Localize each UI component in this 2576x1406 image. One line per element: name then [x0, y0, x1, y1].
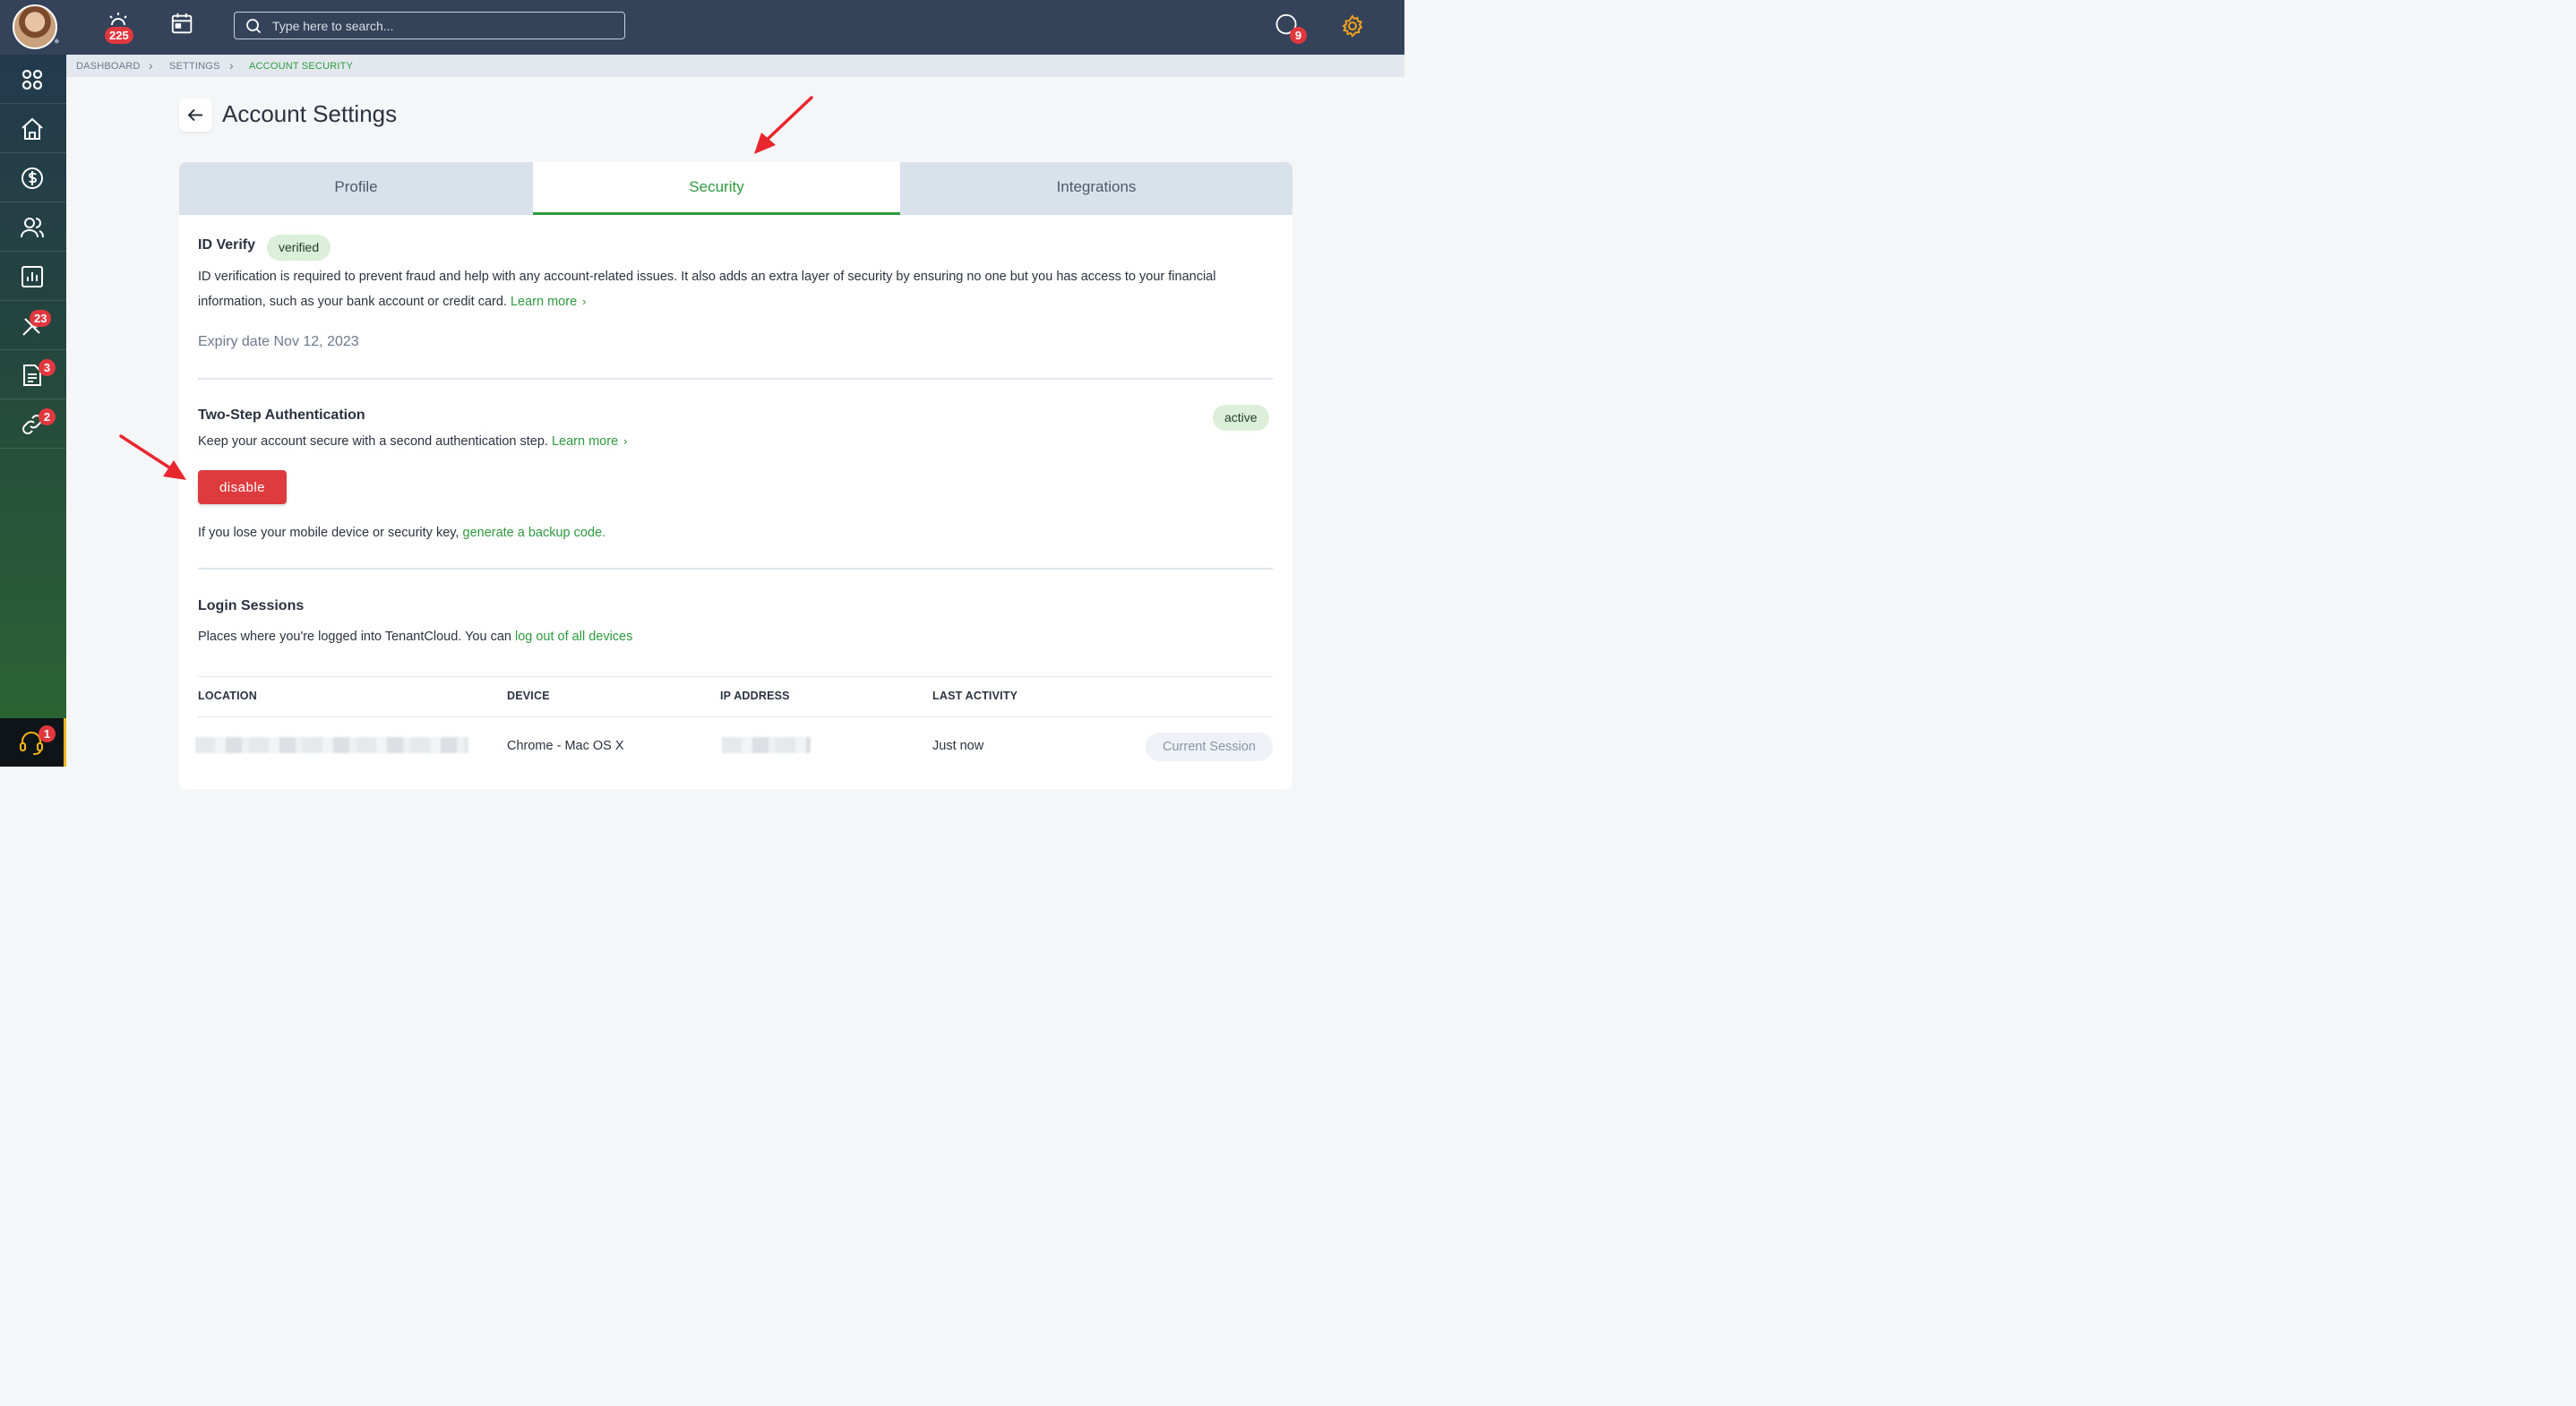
tab-profile[interactable]: Profile [179, 162, 533, 215]
login-sessions-description: Places where you're logged into TenantCl… [198, 630, 633, 644]
chevron-right-icon: › [623, 434, 628, 448]
section-divider [198, 378, 1273, 380]
two-step-description: Keep your account secure with a second a… [198, 434, 628, 449]
search-input[interactable] [272, 13, 613, 39]
support-button[interactable]: 1 [0, 718, 66, 767]
annotation-arrow-icon [754, 96, 813, 154]
sidebar-item-payments[interactable] [0, 153, 66, 202]
redacted-location [195, 737, 468, 753]
messages-button[interactable]: 9 [1275, 13, 1307, 44]
table-header-divider [198, 716, 1273, 717]
breadcrumb-chevron-icon: › [149, 58, 153, 73]
users-icon [21, 218, 44, 238]
support-badge: 1 [39, 725, 56, 742]
links-badge: 2 [39, 408, 56, 425]
alerts-badge: 225 [105, 27, 133, 44]
maintenance-badge: 23 [30, 310, 52, 327]
breadcrumb-settings[interactable]: SETTINGS [169, 61, 220, 72]
tab-bar: Profile Security Integrations [179, 162, 1292, 215]
annotation-arrow-icon [119, 434, 186, 480]
table-top-divider [198, 676, 1273, 677]
section-divider [198, 568, 1273, 570]
id-expiry-date: Expiry date Nov 12, 2023 [198, 334, 359, 349]
column-header-device: DEVICE [507, 690, 550, 702]
page-title: Account Settings [222, 100, 398, 127]
breadcrumb-account-security: ACCOUNT SECURITY [249, 61, 354, 72]
bar-chart-icon [21, 266, 43, 287]
pin-icon: ● [54, 36, 60, 47]
breadcrumb: DASHBOARD › SETTINGS › ACCOUNT SECURITY [66, 55, 1404, 77]
back-button[interactable] [179, 99, 212, 132]
sidebar: 23 3 2 [0, 55, 66, 718]
dollar-circle-icon [21, 167, 43, 189]
session-last-activity: Just now [932, 739, 984, 753]
tab-integrations[interactable]: Integrations [900, 162, 1292, 215]
column-header-location: LOCATION [198, 690, 257, 702]
current-session-badge: Current Session [1146, 733, 1273, 761]
backup-code-text: If you lose your mobile device or securi… [198, 526, 606, 540]
top-bar: ● 225 9 [0, 0, 1404, 55]
redacted-ip-address [722, 737, 811, 753]
id-verify-learn-more-link[interactable]: Learn more [511, 295, 577, 309]
logout-all-devices-link[interactable]: log out of all devices [515, 630, 632, 644]
documents-badge: 3 [39, 359, 56, 376]
chevron-right-icon: › [582, 295, 587, 308]
sidebar-item-maintenance[interactable]: 23 [0, 301, 66, 350]
column-header-last-activity: LAST ACTIVITY [932, 690, 1018, 702]
verified-badge: verified [267, 235, 331, 261]
home-icon [21, 117, 43, 140]
breadcrumb-chevron-icon: › [229, 58, 234, 73]
tab-security[interactable]: Security [533, 162, 900, 215]
search-icon [246, 19, 262, 34]
calendar-button[interactable] [170, 12, 195, 37]
sidebar-item-reports[interactable] [0, 252, 66, 301]
generate-backup-code-link[interactable]: generate a backup code. [463, 526, 606, 540]
breadcrumb-dashboard[interactable]: DASHBOARD [76, 61, 140, 72]
arrow-left-icon [187, 108, 202, 122]
two-step-status-badge: active [1213, 405, 1269, 431]
sidebar-item-users[interactable] [0, 202, 66, 252]
alerts-button[interactable]: 225 [105, 9, 133, 44]
id-verify-title: ID Verify [198, 237, 256, 253]
user-avatar[interactable] [13, 4, 57, 49]
disable-two-step-button[interactable]: disable [198, 470, 287, 504]
sidebar-item-documents[interactable]: 3 [0, 350, 66, 399]
id-verify-description: ID verification is required to prevent f… [198, 270, 1216, 309]
two-step-learn-more-link[interactable]: Learn more [552, 434, 618, 449]
messages-badge: 9 [1290, 27, 1307, 44]
settings-button[interactable] [1341, 14, 1364, 38]
calendar-icon [171, 13, 193, 34]
search-box[interactable] [234, 12, 625, 39]
sidebar-item-home[interactable] [0, 104, 66, 153]
two-step-title: Two-Step Authentication [198, 407, 365, 423]
gear-icon [1342, 14, 1363, 38]
sidebar-item-apps[interactable] [0, 55, 66, 104]
session-device: Chrome - Mac OS X [507, 739, 624, 753]
login-sessions-title: Login Sessions [198, 598, 305, 613]
apps-grid-icon [21, 69, 43, 90]
sidebar-item-links[interactable]: 2 [0, 399, 66, 449]
column-header-ip-address: IP ADDRESS [720, 690, 790, 702]
